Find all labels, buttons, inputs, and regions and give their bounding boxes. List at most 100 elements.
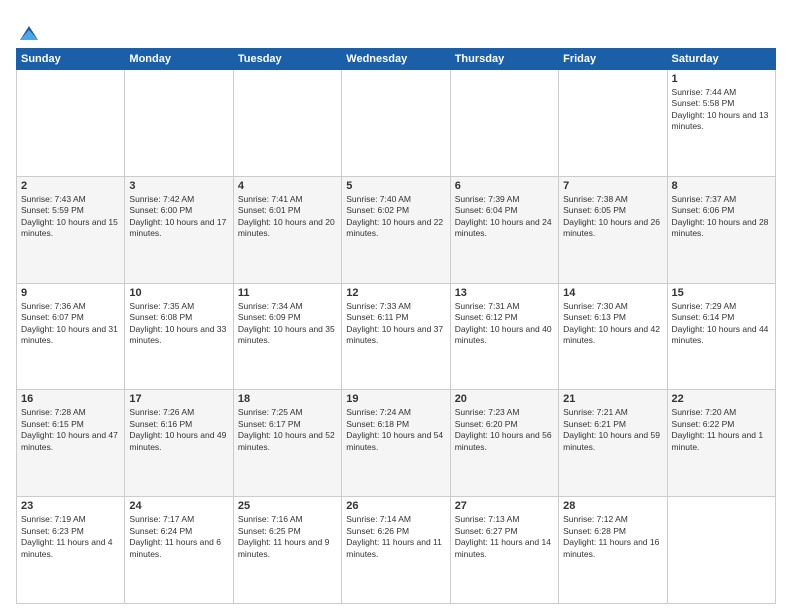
day-info: Sunrise: 7:16 AM Sunset: 6:25 PM Dayligh… — [238, 514, 337, 560]
calendar-cell — [17, 70, 125, 177]
page: SundayMondayTuesdayWednesdayThursdayFrid… — [0, 0, 792, 612]
calendar-cell: 11 Sunrise: 7:34 AM Sunset: 6:09 PM Dayli… — [233, 283, 341, 390]
calendar-header-saturday: Saturday — [667, 49, 775, 70]
day-info: Sunrise: 7:36 AM Sunset: 6:07 PM Dayligh… — [21, 301, 120, 347]
day-info: Sunrise: 7:20 AM Sunset: 6:22 PM Dayligh… — [672, 407, 771, 453]
day-number: 3 — [129, 180, 228, 192]
day-info: Sunrise: 7:21 AM Sunset: 6:21 PM Dayligh… — [563, 407, 662, 453]
day-number: 13 — [455, 287, 554, 299]
calendar-week-row: 23Sunrise: 7:19 AM Sunset: 6:23 PM Dayli… — [17, 497, 776, 604]
calendar-cell — [450, 70, 558, 177]
calendar-cell — [125, 70, 233, 177]
day-number: 6 — [455, 180, 554, 192]
calendar-cell: 2 Sunrise: 7:43 AM Sunset: 5:59 PM Daylig… — [17, 176, 125, 283]
day-info: Sunrise: 7:28 AM Sunset: 6:15 PM Dayligh… — [21, 407, 120, 453]
calendar-cell: 17 Sunrise: 7:26 AM Sunset: 6:16 PM Dayli… — [125, 390, 233, 497]
day-info: Sunrise: 7:25 AM Sunset: 6:17 PM Dayligh… — [238, 407, 337, 453]
day-number: 22 — [672, 393, 771, 405]
header — [16, 16, 776, 44]
calendar-cell — [559, 70, 667, 177]
calendar-cell: 25 Sunrise: 7:16 AM Sunset: 6:25 PM Dayli… — [233, 497, 341, 604]
calendar-cell: 27 Sunrise: 7:13 AM Sunset: 6:27 PM Dayli… — [450, 497, 558, 604]
calendar-week-row: 16 Sunrise: 7:28 AM Sunset: 6:15 PM Dayli… — [17, 390, 776, 497]
calendar-cell: 4 Sunrise: 7:41 AM Sunset: 6:01 PM Daylig… — [233, 176, 341, 283]
day-info: Sunrise: 7:44 AM Sunset: 5:58 PM Dayligh… — [672, 87, 771, 133]
day-info: Sunrise: 7:43 AM Sunset: 5:59 PM Dayligh… — [21, 194, 120, 240]
calendar-header-row: SundayMondayTuesdayWednesdayThursdayFrid… — [17, 49, 776, 70]
day-info: Sunrise: 7:38 AM Sunset: 6:05 PM Dayligh… — [563, 194, 662, 240]
day-info: Sunrise: 7:35 AM Sunset: 6:08 PM Dayligh… — [129, 301, 228, 347]
calendar-cell: 16 Sunrise: 7:28 AM Sunset: 6:15 PM Dayli… — [17, 390, 125, 497]
day-info: Sunrise: 7:26 AM Sunset: 6:16 PM Dayligh… — [129, 407, 228, 453]
day-number: 14 — [563, 287, 662, 299]
day-number: 19 — [346, 393, 445, 405]
calendar-week-row: 2 Sunrise: 7:43 AM Sunset: 5:59 PM Daylig… — [17, 176, 776, 283]
day-info: Sunrise: 7:37 AM Sunset: 6:06 PM Dayligh… — [672, 194, 771, 240]
day-number: 28 — [563, 500, 662, 512]
calendar-header-sunday: Sunday — [17, 49, 125, 70]
logo — [16, 20, 40, 44]
day-info: Sunrise: 7:31 AM Sunset: 6:12 PM Dayligh… — [455, 301, 554, 347]
calendar-header-thursday: Thursday — [450, 49, 558, 70]
day-info: Sunrise: 7:23 AM Sunset: 6:20 PM Dayligh… — [455, 407, 554, 453]
day-info: Sunrise: 7:40 AM Sunset: 6:02 PM Dayligh… — [346, 194, 445, 240]
day-number: 18 — [238, 393, 337, 405]
calendar-header-wednesday: Wednesday — [342, 49, 450, 70]
day-number: 5 — [346, 180, 445, 192]
calendar-table: SundayMondayTuesdayWednesdayThursdayFrid… — [16, 48, 776, 604]
calendar-cell: 13 Sunrise: 7:31 AM Sunset: 6:12 PM Dayli… — [450, 283, 558, 390]
calendar-week-row: 1 Sunrise: 7:44 AM Sunset: 5:58 PM Daylig… — [17, 70, 776, 177]
day-number: 1 — [672, 73, 771, 85]
day-info: Sunrise: 7:39 AM Sunset: 6:04 PM Dayligh… — [455, 194, 554, 240]
day-info: Sunrise: 7:41 AM Sunset: 6:01 PM Dayligh… — [238, 194, 337, 240]
calendar-cell: 23Sunrise: 7:19 AM Sunset: 6:23 PM Dayli… — [17, 497, 125, 604]
day-number: 7 — [563, 180, 662, 192]
calendar-cell: 9 Sunrise: 7:36 AM Sunset: 6:07 PM Daylig… — [17, 283, 125, 390]
calendar-cell — [233, 70, 341, 177]
day-info: Sunrise: 7:34 AM Sunset: 6:09 PM Dayligh… — [238, 301, 337, 347]
calendar-cell: 14 Sunrise: 7:30 AM Sunset: 6:13 PM Dayli… — [559, 283, 667, 390]
calendar-cell: 1 Sunrise: 7:44 AM Sunset: 5:58 PM Daylig… — [667, 70, 775, 177]
calendar-cell: 5 Sunrise: 7:40 AM Sunset: 6:02 PM Daylig… — [342, 176, 450, 283]
logo-icon — [18, 22, 40, 44]
day-number: 16 — [21, 393, 120, 405]
calendar-cell: 6 Sunrise: 7:39 AM Sunset: 6:04 PM Daylig… — [450, 176, 558, 283]
calendar-cell: 3 Sunrise: 7:42 AM Sunset: 6:00 PM Daylig… — [125, 176, 233, 283]
calendar-cell: 7 Sunrise: 7:38 AM Sunset: 6:05 PM Daylig… — [559, 176, 667, 283]
day-info: Sunrise: 7:13 AM Sunset: 6:27 PM Dayligh… — [455, 514, 554, 560]
day-number: 9 — [21, 287, 120, 299]
calendar-header-tuesday: Tuesday — [233, 49, 341, 70]
day-number: 2 — [21, 180, 120, 192]
calendar-cell — [342, 70, 450, 177]
calendar-cell: 19Sunrise: 7:24 AM Sunset: 6:18 PM Dayli… — [342, 390, 450, 497]
day-info: Sunrise: 7:33 AM Sunset: 6:11 PM Dayligh… — [346, 301, 445, 347]
day-number: 27 — [455, 500, 554, 512]
day-info: Sunrise: 7:17 AM Sunset: 6:24 PM Dayligh… — [129, 514, 228, 560]
day-number: 24 — [129, 500, 228, 512]
day-number: 4 — [238, 180, 337, 192]
calendar-cell: 28Sunrise: 7:12 AM Sunset: 6:28 PM Dayli… — [559, 497, 667, 604]
calendar-cell: 12 Sunrise: 7:33 AM Sunset: 6:11 PM Dayli… — [342, 283, 450, 390]
calendar-cell: 22 Sunrise: 7:20 AM Sunset: 6:22 PM Dayli… — [667, 390, 775, 497]
day-number: 11 — [238, 287, 337, 299]
day-number: 8 — [672, 180, 771, 192]
calendar-cell: 20 Sunrise: 7:23 AM Sunset: 6:20 PM Dayli… — [450, 390, 558, 497]
day-info: Sunrise: 7:29 AM Sunset: 6:14 PM Dayligh… — [672, 301, 771, 347]
day-number: 12 — [346, 287, 445, 299]
day-info: Sunrise: 7:19 AM Sunset: 6:23 PM Dayligh… — [21, 514, 120, 560]
day-number: 10 — [129, 287, 228, 299]
calendar-cell: 26Sunrise: 7:14 AM Sunset: 6:26 PM Dayli… — [342, 497, 450, 604]
calendar-cell: 21 Sunrise: 7:21 AM Sunset: 6:21 PM Dayli… — [559, 390, 667, 497]
calendar-cell — [667, 497, 775, 604]
calendar-header-friday: Friday — [559, 49, 667, 70]
day-number: 15 — [672, 287, 771, 299]
day-info: Sunrise: 7:30 AM Sunset: 6:13 PM Dayligh… — [563, 301, 662, 347]
day-number: 20 — [455, 393, 554, 405]
day-number: 17 — [129, 393, 228, 405]
calendar-cell: 18 Sunrise: 7:25 AM Sunset: 6:17 PM Dayli… — [233, 390, 341, 497]
day-info: Sunrise: 7:42 AM Sunset: 6:00 PM Dayligh… — [129, 194, 228, 240]
calendar-cell: 24 Sunrise: 7:17 AM Sunset: 6:24 PM Dayli… — [125, 497, 233, 604]
day-info: Sunrise: 7:14 AM Sunset: 6:26 PM Dayligh… — [346, 514, 445, 560]
day-number: 21 — [563, 393, 662, 405]
day-number: 25 — [238, 500, 337, 512]
